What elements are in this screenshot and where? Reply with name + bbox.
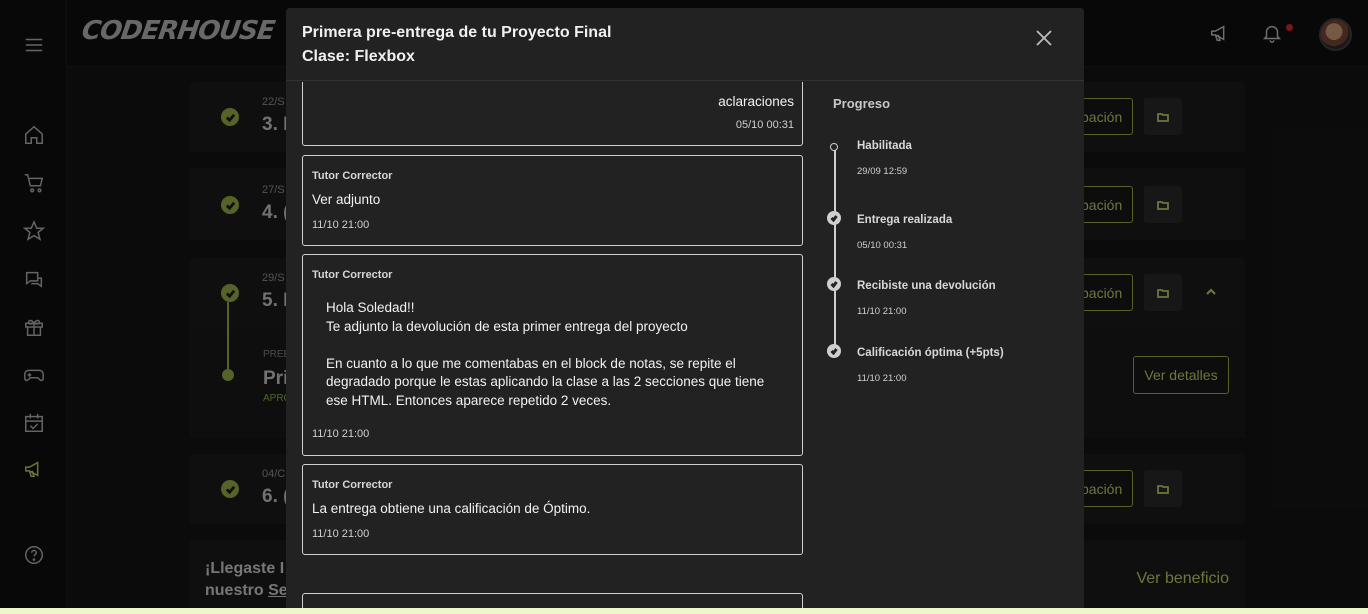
message-line: En cuanto a lo que me comentabas en el b… bbox=[326, 355, 736, 371]
step-check-icon bbox=[827, 277, 841, 291]
modal-title: Primera pre-entrega de tu Proyecto Final… bbox=[302, 21, 611, 69]
close-icon bbox=[1036, 30, 1052, 46]
delivery-modal: Primera pre-entrega de tu Proyecto Final… bbox=[286, 8, 1084, 608]
message-line: Hola Soledad!! bbox=[326, 300, 415, 315]
message-card bbox=[302, 593, 803, 608]
message-body: Ver adjunto bbox=[312, 192, 381, 207]
message-time: 05/10 00:31 bbox=[735, 119, 794, 131]
progress-title: Progreso bbox=[833, 96, 891, 111]
modal-header: Primera pre-entrega de tu Proyecto Final… bbox=[286, 8, 1084, 81]
step-check-icon bbox=[827, 344, 841, 358]
message-time: 11/10 21:00 bbox=[312, 528, 370, 540]
progress-line bbox=[834, 147, 836, 355]
step-label: Recibiste una devolución bbox=[857, 280, 996, 292]
step-time: 11/10 21:00 bbox=[857, 306, 907, 317]
message-author: Tutor Corrector bbox=[312, 479, 393, 491]
step-label: Calificación óptima (+5pts) bbox=[857, 347, 1004, 359]
app-root: CODERHOUSE 22/S 3. I pación 27/S 4. ( pa… bbox=[0, 0, 1368, 614]
message-card: Tutor Corrector Ver adjunto 11/10 21:00 bbox=[302, 155, 803, 246]
modal-title-line2: Clase: Flexbox bbox=[302, 48, 415, 65]
message-author: Tutor Corrector bbox=[312, 269, 393, 281]
step-label: Entrega realizada bbox=[857, 214, 953, 226]
message-body: aclaraciones bbox=[718, 94, 794, 109]
step-label: Habilitada bbox=[857, 140, 912, 152]
progress-panel: Progreso Habilitada 29/09 12:59 Entrega … bbox=[816, 82, 1084, 608]
message-card: Tutor Corrector Hola Soledad!! Te adjunt… bbox=[302, 254, 803, 456]
step-time: 29/09 12:59 bbox=[857, 166, 908, 177]
message-time: 11/10 21:00 bbox=[312, 219, 370, 231]
step-check-icon bbox=[827, 211, 841, 225]
message-body: Hola Soledad!! Te adjunto la devolución … bbox=[326, 299, 764, 410]
message-line: ese HTML. Entonces aparece repetido 2 ve… bbox=[326, 392, 612, 408]
messages-list[interactable]: aclaraciones 05/10 00:31 Tutor Corrector… bbox=[286, 82, 816, 608]
step-time: 05/10 00:31 bbox=[857, 240, 908, 251]
message-body: La entrega obtiene una calificación de Ó… bbox=[312, 501, 591, 516]
message-card: aclaraciones 05/10 00:31 bbox=[302, 82, 803, 146]
message-card: Tutor Corrector La entrega obtiene una c… bbox=[302, 464, 803, 555]
message-time: 11/10 21:00 bbox=[312, 428, 370, 440]
message-author: Tutor Corrector bbox=[312, 170, 393, 182]
message-line: degradado porque le estas aplicando la c… bbox=[326, 374, 765, 389]
close-button[interactable] bbox=[1032, 26, 1056, 50]
bottom-strip bbox=[0, 608, 1368, 614]
message-line: Te adjunto la devolución de esta primer … bbox=[326, 318, 688, 334]
step-ring-icon bbox=[830, 143, 838, 151]
modal-title-line1: Primera pre-entrega de tu Proyecto Final bbox=[302, 24, 612, 41]
step-time: 11/10 21:00 bbox=[857, 373, 907, 384]
message-line bbox=[326, 336, 764, 355]
